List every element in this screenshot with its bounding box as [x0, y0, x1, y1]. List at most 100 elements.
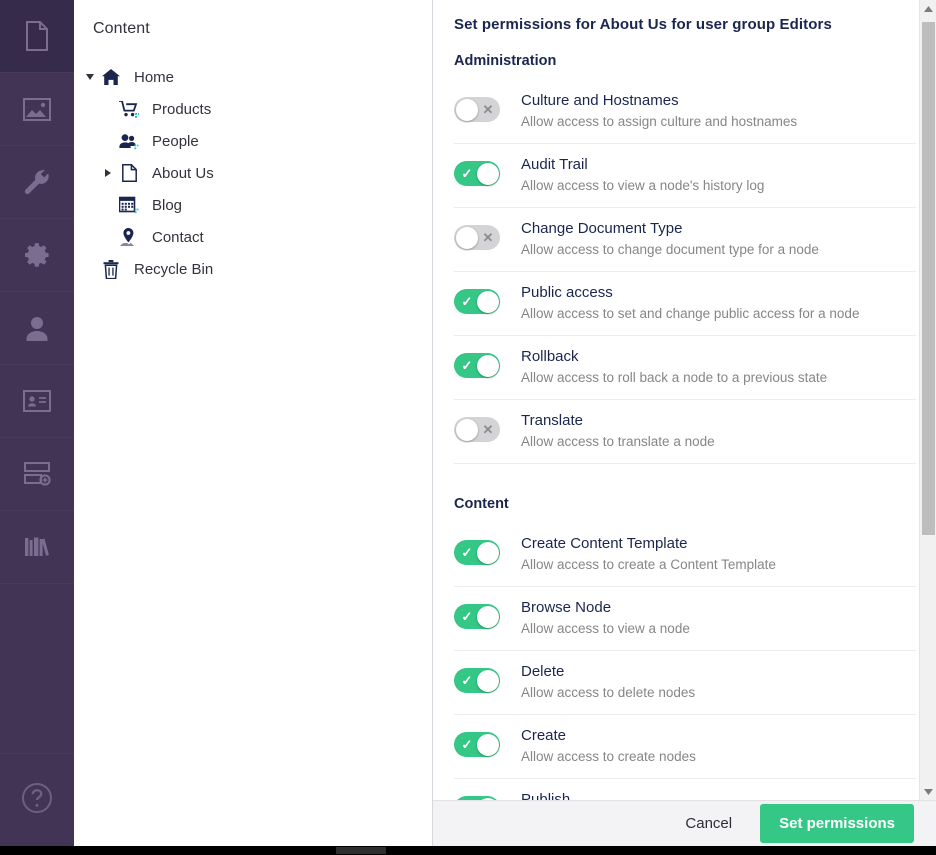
caret-right-icon[interactable] [100, 169, 116, 177]
rail-item-forms[interactable] [0, 438, 74, 511]
cross-icon: ✕ [482, 230, 494, 245]
permission-toggle[interactable]: ✕ [454, 225, 500, 250]
permission-toggle[interactable]: ✓ [454, 353, 500, 378]
permission-toggle[interactable]: ✓ [454, 289, 500, 314]
tree-node-products[interactable]: Products [74, 93, 432, 125]
caret-down-icon[interactable] [82, 74, 98, 80]
permission-row-create: ✓ Create Allow access to create nodes [454, 715, 916, 779]
permission-description: Allow access to assign culture and hostn… [521, 114, 798, 129]
tree-list: Home Products People About Us Blog Conta… [74, 61, 432, 285]
permission-name: Create Content Template [521, 535, 688, 552]
permission-name: Publish [521, 791, 571, 800]
permission-toggle[interactable]: ✓ [454, 161, 500, 186]
tree-node-contact[interactable]: Contact [74, 221, 432, 253]
horizontal-scrollbar-thumb[interactable] [336, 847, 386, 854]
toggle-knob [455, 226, 478, 249]
tree-node-label: Blog [152, 196, 183, 214]
check-icon: ✓ [461, 166, 473, 181]
permission-row-browse-node: ✓ Browse Node Allow access to view a nod… [454, 587, 916, 651]
tree-node-label: Home [134, 68, 175, 86]
permission-text: Create Allow access to create nodes [521, 726, 916, 766]
tree-node-home[interactable]: Home [74, 61, 432, 93]
permission-description: Allow access to delete nodes [521, 685, 696, 700]
permission-description: Allow access to set and change public ac… [521, 306, 860, 321]
permission-toggle[interactable]: ✕ [454, 417, 500, 442]
map-pin-icon [116, 227, 142, 247]
tree-node-label: About Us [152, 164, 214, 182]
permission-row-culture-and-hostnames: ✕ Culture and Hostnames Allow access to … [454, 80, 916, 144]
permission-text: Create Content Template Allow access to … [521, 534, 916, 574]
permission-text: Rollback Allow access to roll back a nod… [521, 347, 916, 387]
trash-icon [98, 259, 124, 279]
toggle-knob [476, 541, 499, 564]
permission-toggle[interactable]: ✓ [454, 604, 500, 629]
scroll-down-arrow-icon[interactable] [920, 783, 936, 800]
permission-toggle[interactable]: ✓ [454, 540, 500, 565]
permission-name: Create [521, 727, 567, 744]
member-card-icon [23, 390, 51, 412]
permission-name: Delete [521, 663, 565, 680]
permission-name: Culture and Hostnames [521, 92, 679, 109]
permission-row-rollback: ✓ Rollback Allow access to roll back a n… [454, 336, 916, 400]
books-icon [23, 535, 51, 559]
check-icon: ✓ [461, 737, 473, 752]
help-circle-icon [21, 782, 53, 819]
permission-text: Change Document Type Allow access to cha… [521, 219, 916, 259]
tree-node-label: Products [152, 100, 212, 118]
permission-text: Culture and Hostnames Allow access to as… [521, 91, 916, 131]
permissions-scroll-region: Set permissions for About Us for user gr… [433, 0, 936, 800]
permission-name: Rollback [521, 348, 579, 365]
people-icon [116, 133, 142, 150]
document-icon [24, 21, 50, 51]
permission-toggle[interactable]: ✓ [454, 732, 500, 757]
rail-item-media[interactable] [0, 73, 74, 146]
tree-node-people[interactable]: People [74, 125, 432, 157]
permission-text: Audit Trail Allow access to view a node'… [521, 155, 916, 195]
rail-item-members[interactable] [0, 365, 74, 438]
rail-item-translation[interactable] [0, 511, 74, 584]
check-icon: ✓ [461, 358, 473, 373]
tree-node-blog[interactable]: Blog [74, 189, 432, 221]
rail-item-help[interactable] [0, 754, 74, 846]
rail-spacer [0, 584, 74, 754]
permission-row-change-document-type: ✕ Change Document Type Allow access to c… [454, 208, 916, 272]
scrollbar-thumb[interactable] [922, 22, 935, 535]
tree-node-label: People [152, 132, 199, 150]
cart-icon [116, 100, 142, 118]
dialog-footer: Cancel Set permissions [433, 800, 936, 846]
permission-description: Allow access to create a Content Templat… [521, 557, 776, 572]
cross-icon: ✕ [482, 102, 494, 117]
rail-item-settings[interactable] [0, 146, 74, 219]
permission-toggle[interactable]: ✓ [454, 668, 500, 693]
permission-text: Publish Allow access to publish a node [521, 790, 916, 800]
permission-description: Allow access to view a node [521, 621, 690, 636]
permission-text: Public access Allow access to set and ch… [521, 283, 916, 323]
tree-node-about-us[interactable]: About Us [74, 157, 432, 189]
server-add-icon [23, 462, 51, 486]
tree-node-recycle-bin[interactable]: Recycle Bin [74, 253, 432, 285]
cancel-button[interactable]: Cancel [671, 807, 746, 840]
scroll-up-arrow-icon[interactable] [920, 0, 936, 17]
set-permissions-button[interactable]: Set permissions [760, 804, 914, 843]
permission-row-translate: ✕ Translate Allow access to translate a … [454, 400, 916, 464]
permission-name: Public access [521, 284, 613, 301]
permission-toggle[interactable]: ✕ [454, 97, 500, 122]
permission-description: Allow access to view a node's history lo… [521, 178, 765, 193]
rail-item-users[interactable] [0, 292, 74, 365]
permission-text: Translate Allow access to translate a no… [521, 411, 916, 451]
panel-scrollbar[interactable] [919, 0, 936, 800]
toggle-knob [476, 290, 499, 313]
cross-icon: ✕ [482, 422, 494, 437]
permission-name: Browse Node [521, 599, 612, 616]
tree-title: Content [93, 20, 150, 37]
permissions-panel: Set permissions for About Us for user gr… [433, 0, 936, 846]
user-icon [24, 315, 50, 342]
permission-row-create-content-template: ✓ Create Content Template Allow access t… [454, 523, 916, 587]
rail-item-packages[interactable] [0, 219, 74, 292]
check-icon: ✓ [461, 545, 473, 560]
rail-item-content[interactable] [0, 0, 74, 73]
content-tree-panel: Content Home Products People About Us Bl… [74, 0, 433, 846]
horizontal-scrollbar[interactable] [0, 846, 936, 855]
document-icon [116, 164, 142, 182]
permission-description: Allow access to create nodes [521, 749, 696, 764]
